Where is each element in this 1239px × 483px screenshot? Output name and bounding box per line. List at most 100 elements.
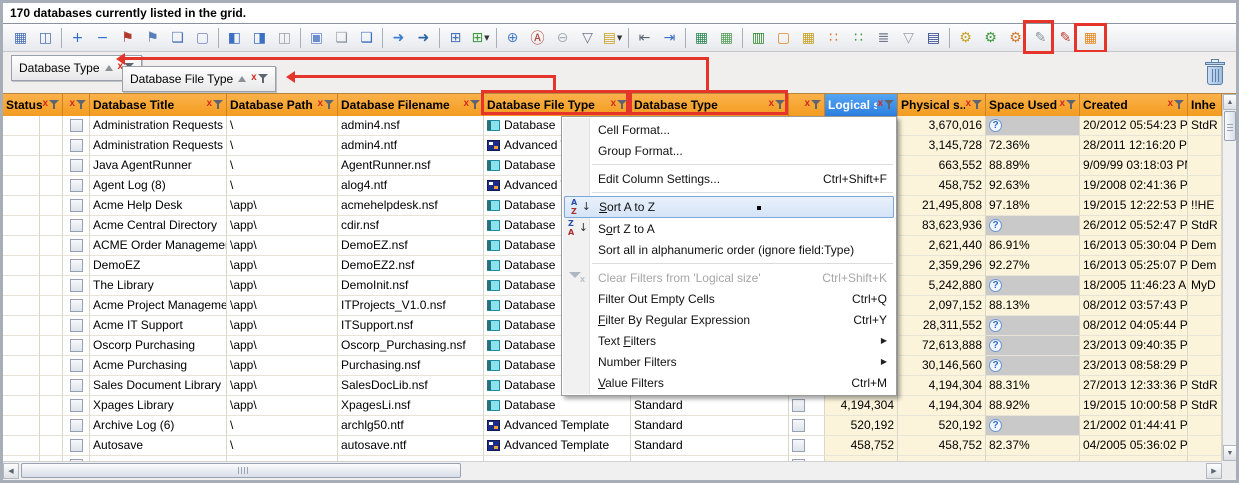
scroll-up-button[interactable]: ▲ (1223, 94, 1237, 110)
select-cell[interactable] (63, 356, 90, 376)
row-checkbox[interactable] (70, 159, 83, 172)
column-header-check2[interactable]: x (789, 94, 825, 116)
grid-edit-icon[interactable]: ▦ (796, 27, 821, 49)
column-header-space[interactable]: Space Usedx (986, 94, 1080, 116)
select-cell[interactable] (63, 336, 90, 356)
menu-item-edit-column-settings[interactable]: Edit Column Settings...Ctrl+Shift+F (562, 168, 896, 189)
select-cell[interactable] (63, 176, 90, 196)
menu-item-sort-a-to-z[interactable]: AZ↓Sort A to Z (564, 196, 894, 218)
filter-icon[interactable]: x (463, 99, 480, 111)
row-checkbox[interactable] (70, 179, 83, 192)
menu-item-text-filters[interactable]: Text Filters▶ (562, 330, 896, 351)
filter-icon[interactable]: x (610, 99, 627, 111)
row-checkbox[interactable] (70, 119, 83, 132)
menu-item-value-filters[interactable]: Value FiltersCtrl+M (562, 372, 896, 393)
select-cell[interactable] (63, 396, 90, 416)
select-cell[interactable] (63, 296, 90, 316)
select-cell[interactable] (63, 236, 90, 256)
copy-with-headers-icon[interactable]: ❏ (354, 27, 379, 49)
select-cell-2[interactable] (789, 396, 825, 416)
menu-item-filter-out-empty-cells[interactable]: Filter Out Empty CellsCtrl+Q (562, 288, 896, 309)
columns-icon[interactable]: ▥ (746, 27, 771, 49)
row-checkbox[interactable] (70, 359, 83, 372)
vertical-scrollbar[interactable]: ▲ ▼ (1222, 94, 1236, 461)
select-cell[interactable] (63, 316, 90, 336)
collapse-panel-icon[interactable]: ⇤ (632, 27, 657, 49)
column-header-check[interactable]: x (63, 94, 90, 116)
folder-gear-icon[interactable]: ⚙ (1003, 27, 1028, 49)
row-checkbox[interactable] (792, 419, 805, 432)
select-cell[interactable] (63, 436, 90, 456)
select-cell[interactable] (63, 376, 90, 396)
export-options-icon[interactable]: ➜ (411, 27, 436, 49)
edit-doc-icon[interactable]: ✎ (1028, 27, 1053, 49)
find-text-icon[interactable]: Ⓐ (525, 27, 550, 49)
menu-item-cell-format[interactable]: Cell Format... (562, 119, 896, 140)
column-header-dbtype[interactable]: Database Typex (631, 94, 789, 116)
menu-item-sort-all-in-alphanumeric-order-ignore-field-type[interactable]: Sort all in alphanumeric order (ignore f… (562, 239, 896, 260)
column-header-filename[interactable]: Database Filenamex (338, 94, 484, 116)
scroll-right-button[interactable]: ▶ (1206, 463, 1222, 479)
scroll-left-button[interactable]: ◀ (3, 463, 19, 479)
group-pill-database-file-type[interactable]: Database File Type x (122, 66, 276, 92)
menu-item-sort-z-to-a[interactable]: ZA↓Sort Z to A (562, 218, 896, 239)
clear-filters-icon[interactable]: ▽ (575, 27, 600, 49)
refresh-gear-icon[interactable]: ⚙ (978, 27, 1003, 49)
column-header-logical[interactable]: Logical sizex (825, 94, 898, 116)
filter-icon[interactable]: x (877, 99, 894, 111)
trash-icon[interactable] (1204, 59, 1226, 87)
add-note-icon[interactable]: ▤▼ (600, 27, 625, 49)
menu-item-clear-filters-from-logical-size[interactable]: Clear Filters from 'Logical size'Ctrl+Sh… (562, 267, 896, 288)
hierarchy-green-icon[interactable]: ∷ (846, 27, 871, 49)
row-checkbox[interactable] (70, 259, 83, 272)
zoom-out-icon[interactable]: ⊖ (550, 27, 575, 49)
column-header-filetype[interactable]: Database File Typex (484, 94, 631, 116)
select-cell-2[interactable] (789, 436, 825, 456)
horizontal-scrollbar[interactable]: ◀ ▶ (3, 461, 1222, 479)
flag-rows-icon[interactable]: ⚑ (115, 27, 140, 49)
select-cell[interactable] (63, 416, 90, 436)
row-checkbox[interactable] (70, 439, 83, 452)
row-checkbox[interactable] (792, 399, 805, 412)
remove-rows-icon[interactable]: − (90, 27, 115, 49)
filter-icon[interactable]: x (42, 99, 59, 111)
window-icon[interactable]: ▢ (771, 27, 796, 49)
copy-icon[interactable]: ❏ (329, 27, 354, 49)
scroll-down-button[interactable]: ▼ (1223, 445, 1237, 461)
filter-icon[interactable]: x (317, 99, 334, 111)
filter-funnel-icon[interactable]: ▽ (896, 27, 921, 49)
filter-icon[interactable]: x (804, 99, 821, 111)
column-header-created[interactable]: Createdx (1080, 94, 1188, 116)
summary-grid-icon[interactable]: ▦ (1078, 27, 1103, 49)
select-cell[interactable] (63, 116, 90, 136)
select-cell[interactable] (63, 196, 90, 216)
select-cell-2[interactable] (789, 416, 825, 436)
row-checkbox[interactable] (70, 339, 83, 352)
flow-icon[interactable]: ≣ (871, 27, 896, 49)
select-cell[interactable] (63, 216, 90, 236)
freeze-left-column-icon[interactable]: ◧ (222, 27, 247, 49)
zoom-in-icon[interactable]: ⊕ (500, 27, 525, 49)
column-header-title[interactable]: Database Titlex (90, 94, 227, 116)
edit-doc-red-icon[interactable]: ✎ (1053, 27, 1078, 49)
row-checkbox[interactable] (70, 139, 83, 152)
import-sheet-icon[interactable]: ▦ (689, 27, 714, 49)
menu-item-group-format[interactable]: Group Format... (562, 140, 896, 161)
select-cell[interactable] (63, 276, 90, 296)
row-checkbox[interactable] (792, 439, 805, 452)
row-checkbox[interactable] (70, 199, 83, 212)
grid-view-icon[interactable]: ◫ (33, 27, 58, 49)
row-checkbox[interactable] (70, 239, 83, 252)
column-header-path[interactable]: Database Pathx (227, 94, 338, 116)
select-cell[interactable] (63, 156, 90, 176)
duplicate-rows-icon[interactable]: ❏ (165, 27, 190, 49)
console-icon[interactable]: ▤ (921, 27, 946, 49)
row-checkbox[interactable] (70, 419, 83, 432)
grid-checks-icon[interactable]: ⊞▼ (468, 27, 493, 49)
select-cell[interactable] (63, 256, 90, 276)
column-header-status[interactable]: Statusx (3, 94, 63, 116)
filter-icon[interactable]: x (251, 73, 268, 85)
add-rows-icon[interactable]: + (65, 27, 90, 49)
export-sheet-icon[interactable]: ▦ (714, 27, 739, 49)
automation-gear-icon[interactable]: ⚙ (953, 27, 978, 49)
